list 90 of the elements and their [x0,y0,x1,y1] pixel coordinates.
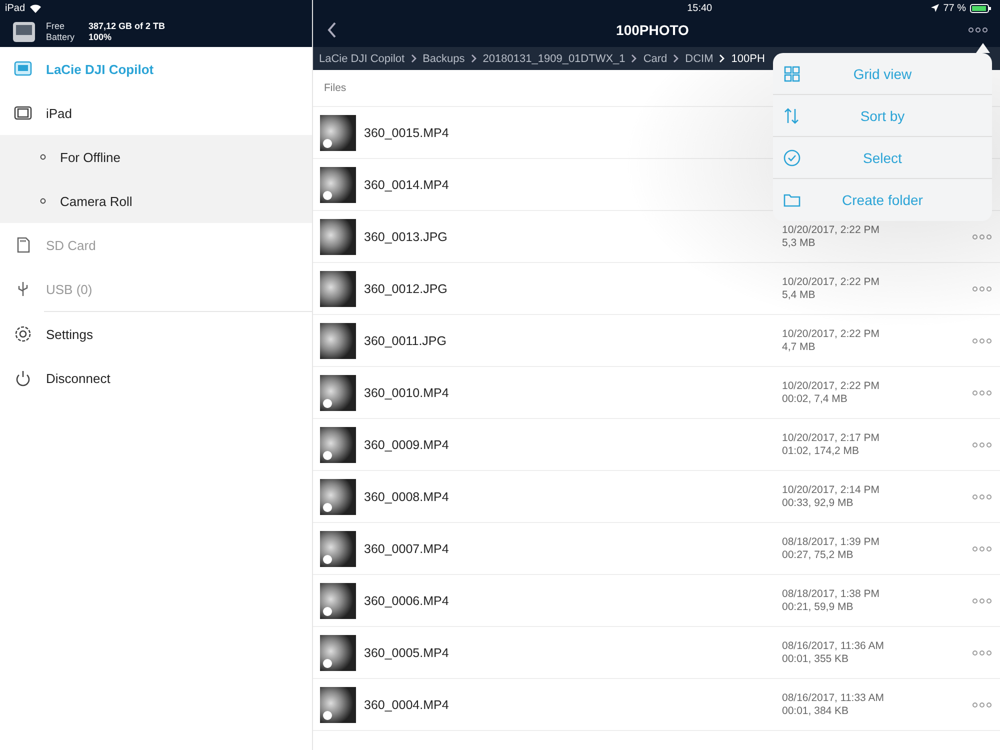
free-label: Free [46,21,66,31]
drive-icon [12,20,36,42]
file-name: 360_0010.MP4 [364,386,450,400]
file-date: 08/16/2017, 11:36 AM [782,640,885,652]
file-row[interactable]: 360_0005.MP4 08/16/2017, 11:36 AM 00:01, 355 KB [313,627,1000,679]
chevron-icon [470,54,477,63]
file-date: 08/16/2017, 11:33 AM [782,692,885,704]
play-icon [323,450,332,460]
breadcrumb-link[interactable]: 100PH [731,52,765,64]
file-name: 360_0015.MP4 [364,126,450,140]
file-name: 360_0006.MP4 [364,594,450,608]
file-row[interactable]: 360_0006.MP4 08/18/2017, 1:38 PM 00:21, 59,9 MB [313,575,1000,627]
file-row[interactable]: 360_0008.MP4 10/20/2017, 2:14 PM 00:33, 92,9 MB [313,471,1000,523]
play-icon [323,606,332,616]
file-info: 5,4 MB [782,289,816,301]
sidebar-subitem[interactable]: Camera Roll [0,179,312,223]
battery-icon [970,4,992,12]
play-icon [323,658,332,668]
file-info: 00:01, 384 KB [782,705,850,717]
settings-icon [14,325,32,343]
file-info: 00:02, 7,4 MB [782,393,848,405]
drive-icon [14,60,32,78]
clock: 15:40 [687,2,712,14]
nav-title: 100PHOTO [616,22,689,38]
sidebar-subitem[interactable]: For Offline [0,135,312,179]
file-date: 10/20/2017, 2:14 PM [782,484,880,496]
file-info: 5,3 MB [782,237,816,249]
sort-icon [783,106,801,124]
chevron-icon [631,54,638,63]
back-icon[interactable] [327,22,337,38]
breadcrumb-link[interactable]: Backups [422,52,465,64]
file-row[interactable]: 360_0010.MP4 10/20/2017, 2:22 PM 00:02, 7,4 MB [313,367,1000,419]
free-space: 387,12 GB of 2 TB [88,21,166,31]
file-info: 4,7 MB [782,341,816,353]
file-date: 08/18/2017, 1:38 PM [782,588,880,600]
battery-label: Battery [46,32,75,42]
checkmark-circle-icon [783,148,801,166]
breadcrumb-link[interactable]: LaCie DJI Copilot [319,52,405,64]
breadcrumb-link[interactable]: DCIM [685,52,714,64]
power-icon [14,369,32,387]
play-icon [323,138,332,148]
chevron-icon [719,54,726,63]
file-date: 10/20/2017, 2:17 PM [782,432,880,444]
file-row[interactable]: 360_0004.MP4 08/16/2017, 11:33 AM 00:01, 384 KB [313,679,1000,731]
chevron-icon [410,54,417,63]
file-name: 360_0008.MP4 [364,490,450,504]
file-info: 00:21, 59,9 MB [782,601,854,613]
tablet-icon [14,104,32,122]
bullet-icon [40,198,46,204]
play-icon [323,710,332,720]
file-name: 360_0004.MP4 [364,698,450,712]
breadcrumb-link[interactable]: 20180131_1909_01DTWX_1 [482,52,626,64]
file-date: 10/20/2017, 2:22 PM [782,380,880,392]
thumbnail-placeholder [320,322,356,358]
file-name: 360_0014.MP4 [364,178,450,192]
thumbnail-placeholder [320,270,356,306]
breadcrumb-link[interactable]: Card [643,52,668,64]
more-icon[interactable] [968,26,988,32]
file-date: 08/18/2017, 1:39 PM [782,536,880,548]
bullet-icon [40,154,46,160]
file-info: 00:27, 75,2 MB [782,549,854,561]
chevron-icon [673,54,680,63]
file-date: 10/20/2017, 2:22 PM [782,224,880,236]
play-icon [323,190,332,200]
file-info: 01:02, 174,2 MB [782,445,860,457]
location-icon [931,4,940,12]
file-info: 00:33, 92,9 MB [782,497,854,509]
file-name: 360_0013.JPG [364,230,448,244]
file-row[interactable]: 360_0007.MP4 08/18/2017, 1:39 PM 00:27, 75,2 MB [313,523,1000,575]
grid-icon [783,64,801,82]
file-name: 360_0009.MP4 [364,438,450,452]
play-icon [323,554,332,564]
file-date: 10/20/2017, 2:22 PM [782,328,880,340]
file-row[interactable]: 360_0011.JPG 10/20/2017, 2:22 PM 4,7 MB [313,315,1000,367]
battery-value: 100% [88,32,113,42]
device-name: iPad [5,2,26,14]
file-name: 360_0007.MP4 [364,542,450,556]
file-date: 10/20/2017, 2:22 PM [782,276,880,288]
battery-percent: 77 % [943,2,966,14]
file-info: 00:01, 355 KB [782,653,850,665]
file-row[interactable]: 360_0009.MP4 10/20/2017, 2:17 PM 01:02, 174,2 MB [313,419,1000,471]
play-icon [323,502,332,512]
file-name: 360_0012.JPG [364,282,448,296]
section-label: Files [324,82,346,94]
thumbnail-placeholder [320,218,356,254]
file-name: 360_0011.JPG [364,334,448,348]
file-row[interactable]: 360_0012.JPG 10/20/2017, 2:22 PM 5,4 MB [313,263,1000,315]
play-icon [323,398,332,408]
wifi-icon [30,4,42,12]
file-name: 360_0005.MP4 [364,646,450,660]
